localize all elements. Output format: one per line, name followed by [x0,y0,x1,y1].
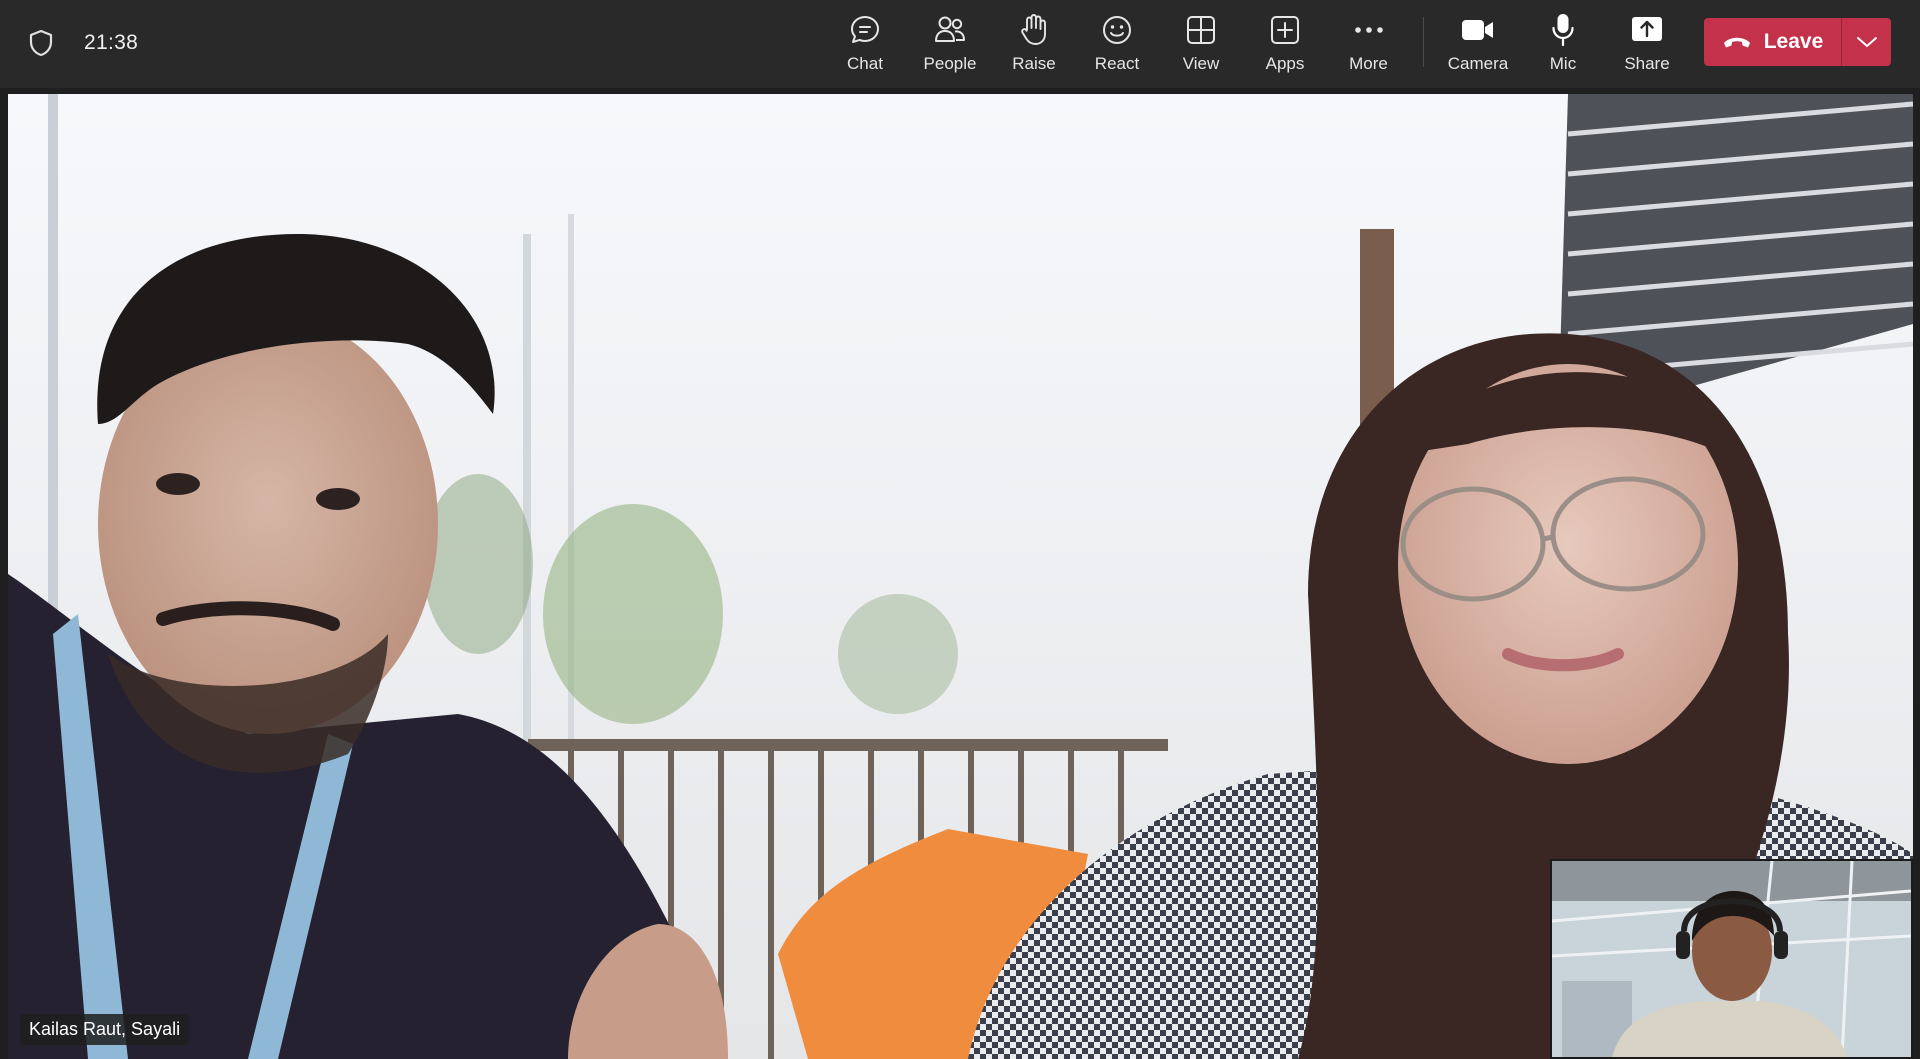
microphone-icon [1552,14,1574,47]
share-screen-icon [1632,17,1662,41]
self-video-preview[interactable] [1550,859,1913,1059]
chat-label: Chat [847,54,883,73]
raise-hand-button[interactable]: Raise [1012,10,1056,80]
people-icon [935,16,965,42]
leave-button[interactable]: Leave [1704,18,1841,66]
grid-view-icon [1187,16,1215,44]
chat-button[interactable]: Chat [839,10,891,80]
hang-up-phone-icon [1723,37,1750,48]
hand-icon [1021,14,1046,45]
leave-button-group: Leave [1704,18,1891,66]
camera-label: Camera [1447,54,1509,73]
raise-label: Raise [1012,54,1056,73]
view-button[interactable]: View [1180,10,1222,80]
leave-options-dropdown[interactable] [1842,18,1891,66]
meeting-timer: 21:38 [84,31,139,54]
react-label: React [1094,54,1140,73]
chat-icon [851,16,879,43]
camera-button[interactable]: Camera [1447,10,1509,80]
add-apps-icon [1271,16,1299,44]
leave-label: Leave [1763,30,1824,53]
more-dots-icon [1354,27,1383,33]
react-button[interactable]: React [1095,10,1139,80]
chevron-down-icon [1856,37,1877,47]
camera-icon [1462,20,1493,40]
share-label: Share [1624,54,1670,73]
share-button[interactable]: Share [1624,10,1670,80]
shield-icon[interactable] [28,29,54,57]
apps-button[interactable]: Apps [1264,10,1306,80]
self-video-image [1552,861,1911,1057]
more-button[interactable]: More [1346,10,1391,80]
participant-name-tag: Kailas Raut, Sayali [20,1014,190,1045]
toolbar-divider [1423,17,1424,67]
view-label: View [1182,54,1220,73]
mic-label: Mic [1549,54,1577,73]
smiley-icon [1103,16,1131,44]
people-button[interactable]: People [922,10,978,80]
mic-button[interactable]: Mic [1547,10,1579,80]
people-label: People [923,54,977,73]
apps-label: Apps [1265,54,1305,73]
more-label: More [1349,54,1388,73]
meeting-toolbar: 21:38 Chat People Raise React View Apps … [0,0,1920,88]
